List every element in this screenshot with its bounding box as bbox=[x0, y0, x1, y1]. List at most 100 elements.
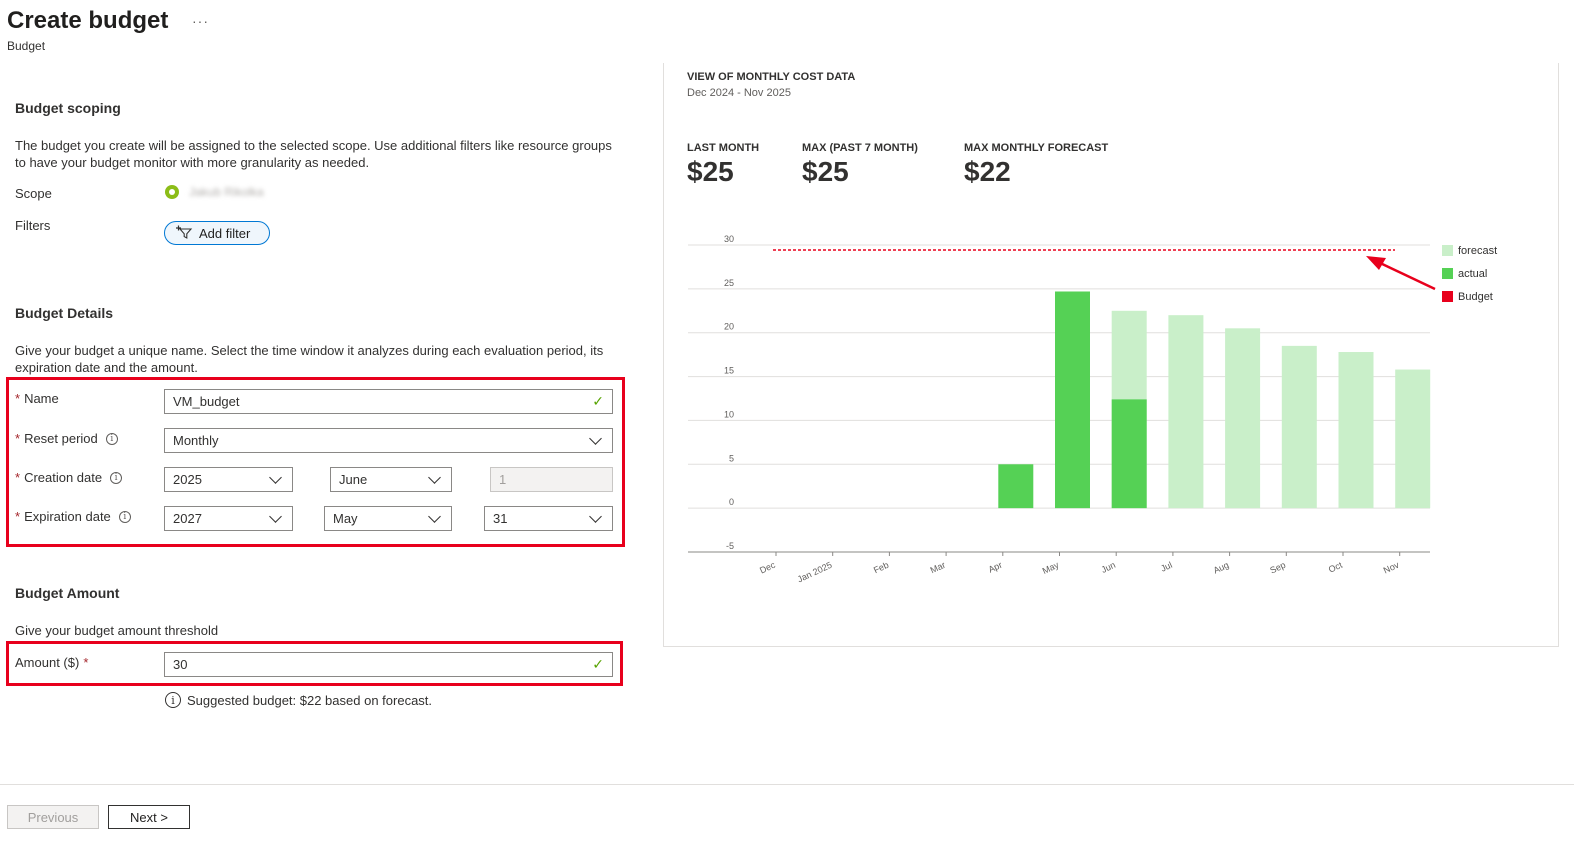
creation-year-value: 2025 bbox=[173, 472, 202, 487]
name-label-text: Name bbox=[24, 391, 59, 406]
kpi-label: LAST MONTH bbox=[687, 142, 760, 154]
info-icon[interactable]: i bbox=[110, 471, 123, 484]
required-marker: * bbox=[15, 391, 21, 406]
required-marker: * bbox=[15, 509, 21, 524]
kpi-value: $25 bbox=[802, 156, 849, 187]
creation-month-value: June bbox=[339, 472, 368, 487]
add-filter-label: Add filter bbox=[199, 225, 251, 241]
filters-label: Filters bbox=[15, 218, 51, 233]
x-tick-label: Jun bbox=[1100, 560, 1117, 575]
legend-label: forecast bbox=[1458, 244, 1498, 257]
legend-label: Budget bbox=[1458, 290, 1493, 303]
expiration-date-label-text: Expiration date bbox=[24, 509, 111, 524]
amount-label: Amount ($) * bbox=[15, 655, 88, 670]
chart-title: VIEW OF MONTHLY COST DATA bbox=[687, 71, 856, 83]
kpi-max-forecast: MAX MONTHLY FORECAST $22 bbox=[964, 142, 1108, 188]
amount-input-value: 30 bbox=[173, 657, 188, 672]
reset-period-label-text: Reset period bbox=[24, 431, 98, 446]
forecast-bar bbox=[1395, 369, 1431, 509]
creation-month-select[interactable]: June bbox=[330, 467, 452, 492]
reset-period-label: * Reset period i bbox=[15, 431, 118, 446]
valid-check-icon: ✓ bbox=[592, 656, 604, 672]
reset-period-select[interactable]: Monthly bbox=[164, 428, 613, 453]
chevron-down-icon bbox=[428, 470, 441, 484]
expiration-month-select[interactable]: May bbox=[324, 506, 452, 531]
budget-details-heading: Budget Details bbox=[15, 305, 114, 321]
suggested-budget-note: i Suggested budget: $22 based on forecas… bbox=[165, 692, 432, 708]
x-tick-label: Apr bbox=[987, 560, 1004, 575]
y-tick-label: 10 bbox=[724, 409, 734, 419]
x-tick-label: Aug bbox=[1212, 560, 1231, 576]
expiration-date-label: * Expiration date i bbox=[15, 509, 131, 524]
budget-scoping-heading: Budget scoping bbox=[15, 100, 121, 116]
info-icon[interactable]: i bbox=[105, 432, 118, 445]
x-tick-label: Jul bbox=[1159, 560, 1174, 574]
legend-item-actual[interactable]: actual bbox=[1442, 262, 1497, 285]
y-tick-label: 20 bbox=[724, 322, 734, 332]
footer-divider bbox=[0, 784, 1574, 785]
kpi-label: MAX (PAST 7 MONTH) bbox=[802, 142, 918, 154]
budget-details-description: Give your budget a unique name. Select t… bbox=[15, 343, 604, 375]
actual-bar bbox=[998, 464, 1034, 509]
scope-value[interactable]: Jakub Rikolka bbox=[165, 185, 264, 199]
expiration-year-select[interactable]: 2027 bbox=[164, 506, 293, 531]
scope-name: Jakub Rikolka bbox=[189, 185, 264, 199]
legend-swatch bbox=[1442, 268, 1453, 279]
amount-label-text: Amount ($) bbox=[15, 655, 80, 670]
x-tick-label: Mar bbox=[929, 560, 947, 576]
chevron-down-icon bbox=[589, 509, 602, 523]
add-filter-icon bbox=[175, 225, 193, 242]
scope-label: Scope bbox=[15, 186, 52, 201]
legend-item-budget[interactable]: Budget bbox=[1442, 285, 1497, 308]
legend-swatch bbox=[1442, 291, 1453, 302]
creation-day-value: 1 bbox=[499, 472, 507, 487]
kpi-label: MAX MONTHLY FORECAST bbox=[964, 142, 1109, 154]
forecast-bar bbox=[1225, 328, 1261, 509]
name-label: * Name bbox=[15, 391, 59, 406]
suggested-budget-text: Suggested budget: $22 based on forecast. bbox=[187, 692, 433, 708]
creation-date-label: * Creation date i bbox=[15, 470, 123, 485]
amount-input[interactable]: 30 ✓ bbox=[164, 652, 613, 677]
y-tick-label: 15 bbox=[724, 366, 734, 376]
forecast-bar bbox=[1338, 352, 1374, 509]
required-marker: * bbox=[83, 655, 89, 670]
y-tick-label: -5 bbox=[726, 541, 734, 551]
name-input[interactable]: VM_budget ✓ bbox=[164, 389, 613, 414]
legend-item-forecast[interactable]: forecast bbox=[1442, 239, 1497, 262]
x-tick-label: Nov bbox=[1382, 560, 1401, 576]
page-subtitle: Budget bbox=[7, 39, 46, 53]
legend-swatch bbox=[1442, 245, 1453, 256]
add-filter-button[interactable]: Add filter bbox=[164, 221, 270, 245]
creation-date-label-text: Creation date bbox=[24, 470, 103, 485]
actual-bar bbox=[1055, 291, 1090, 509]
reset-period-value: Monthly bbox=[173, 433, 219, 448]
page-title: Create budget bbox=[7, 7, 169, 34]
kpi-last-month: LAST MONTH $25 bbox=[687, 142, 759, 188]
x-tick-label: Jan 2025 bbox=[796, 560, 834, 585]
y-tick-label: 5 bbox=[729, 453, 734, 463]
forecast-bar bbox=[1168, 315, 1204, 509]
annotation-arrow-head bbox=[1366, 256, 1386, 270]
actual-bar bbox=[1111, 399, 1147, 509]
x-tick-label: Feb bbox=[872, 560, 890, 576]
info-icon[interactable]: i bbox=[118, 510, 131, 523]
expiration-day-select[interactable]: 31 bbox=[484, 506, 613, 531]
forecast-bar bbox=[1281, 345, 1317, 509]
next-button[interactable]: Next > bbox=[108, 805, 190, 829]
budget-scoping-description: The budget you create will be assigned t… bbox=[15, 138, 612, 170]
x-tick-label: Dec bbox=[758, 560, 777, 576]
info-icon: i bbox=[165, 692, 181, 708]
legend-label: actual bbox=[1458, 267, 1488, 280]
kpi-value: $22 bbox=[964, 156, 1011, 187]
chevron-down-icon bbox=[428, 509, 441, 523]
y-tick-label: 0 bbox=[729, 497, 734, 507]
required-marker: * bbox=[15, 470, 21, 485]
creation-year-select[interactable]: 2025 bbox=[164, 467, 293, 492]
subscription-icon bbox=[165, 185, 179, 199]
previous-button[interactable]: Previous bbox=[7, 805, 99, 829]
y-tick-label: 25 bbox=[724, 278, 734, 288]
x-tick-label: Oct bbox=[1327, 560, 1344, 575]
kpi-value: $25 bbox=[687, 156, 734, 187]
budget-amount-description: Give your budget amount threshold bbox=[15, 623, 219, 638]
more-options-button[interactable]: ··· bbox=[192, 13, 209, 29]
